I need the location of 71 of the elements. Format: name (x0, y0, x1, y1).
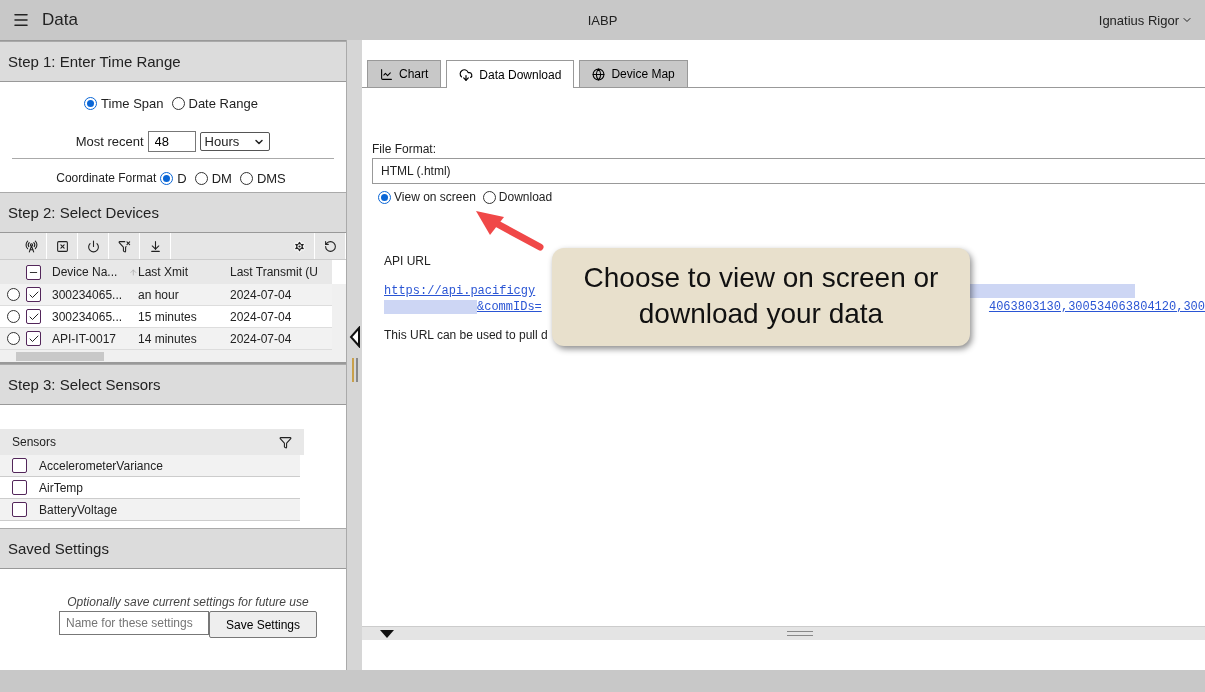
url-note: This URL can be used to pull d (384, 328, 549, 342)
row-radio[interactable] (7, 288, 20, 301)
radio-label: D (177, 170, 187, 186)
api-url-link[interactable]: https://api.pacificgy (384, 284, 536, 298)
section-header: Step 2: Select Devices (0, 192, 346, 233)
sensor-checkbox[interactable] (12, 458, 27, 473)
api-url-label: API URL (384, 254, 432, 268)
radio-button[interactable] (239, 171, 253, 185)
row-checkbox[interactable] (26, 287, 41, 302)
row-checkbox[interactable] (26, 309, 41, 324)
collapse-left-icon (348, 326, 361, 348)
select-all-checkbox[interactable] (26, 264, 41, 280)
field-label: File Format: (372, 142, 437, 156)
radio-button[interactable] (171, 97, 185, 110)
radio-label: DMS (256, 170, 286, 186)
unit-select[interactable]: Hours (199, 132, 271, 151)
sensor-label[interactable]: BatteryVoltage (39, 502, 118, 517)
table-cell: API-IT-0017 (52, 328, 138, 350)
section-header: Step 1: Enter Time Range (0, 41, 346, 82)
row-radio[interactable] (7, 310, 20, 323)
radio-label: Date Range (188, 96, 258, 111)
user-menu[interactable]: Ignatius Rigor (1098, 12, 1193, 28)
column-header[interactable]: Last Xmit (138, 260, 230, 284)
radio-label: Time Span (101, 96, 164, 111)
table-cell: an hour (138, 284, 230, 306)
cloud-download-icon (459, 67, 474, 82)
row-radio[interactable] (7, 332, 20, 345)
table-cell: 2024-07-04 (230, 284, 332, 306)
radio-label: Download (498, 190, 553, 204)
section-header: Step 3: Select Sensors (0, 364, 346, 405)
sensor-checkbox[interactable] (12, 480, 27, 495)
tab[interactable]: Chart (367, 60, 442, 87)
row-checkbox[interactable] (26, 331, 41, 346)
filter-icon[interactable] (279, 435, 292, 449)
grip-icon (351, 358, 358, 382)
chart-icon (380, 67, 393, 81)
api-url-link[interactable]: &commIDs= (477, 300, 542, 314)
settings-name-field[interactable]: Name for these settings (58, 611, 209, 635)
radio-button[interactable] (482, 190, 496, 204)
table-cell: 300234065... (52, 284, 138, 306)
api-url-link[interactable]: 4063803130,300534063804120,300 (988, 300, 1205, 314)
radio-button[interactable] (194, 171, 208, 185)
hint-text: Optionally save current settings for future use (67, 595, 309, 609)
globe-icon (592, 67, 606, 81)
section-header: Saved Settings (0, 528, 346, 569)
sort-up-icon (129, 266, 138, 278)
sensor-checkbox[interactable] (12, 502, 27, 517)
field-label: Coordinate Format (56, 171, 157, 185)
radio-label: View on screen (394, 190, 476, 204)
tab[interactable]: Device Map (579, 60, 688, 87)
app-name: IABP (587, 12, 618, 28)
menu-icon[interactable] (12, 11, 30, 29)
radio-button[interactable] (160, 171, 174, 185)
radio-button[interactable] (84, 97, 98, 110)
radio-label: DM (211, 170, 232, 186)
hours-field[interactable]: 48 (147, 131, 196, 152)
column-header: Sensors (12, 435, 57, 449)
field-label: Most recent (75, 134, 144, 149)
page-title: Data (42, 10, 78, 30)
table-cell: 14 minutes (138, 328, 230, 350)
tab[interactable]: Data Download (446, 60, 575, 88)
caret-down-icon (380, 629, 394, 638)
radio-button[interactable] (378, 190, 391, 204)
table-cell: 2024-07-04 (230, 328, 332, 350)
column-header[interactable]: Last Transmit (U (230, 260, 332, 284)
file-format-select[interactable]: HTML (.html) (372, 158, 1205, 184)
grip-icon (787, 631, 813, 636)
sensor-label[interactable]: AirTemp (39, 480, 83, 495)
callout-tooltip: Choose to view on screen or download your data (552, 248, 970, 346)
save-settings-button[interactable]: Save Settings (208, 611, 317, 638)
column-header[interactable]: Device Na... (52, 260, 138, 284)
